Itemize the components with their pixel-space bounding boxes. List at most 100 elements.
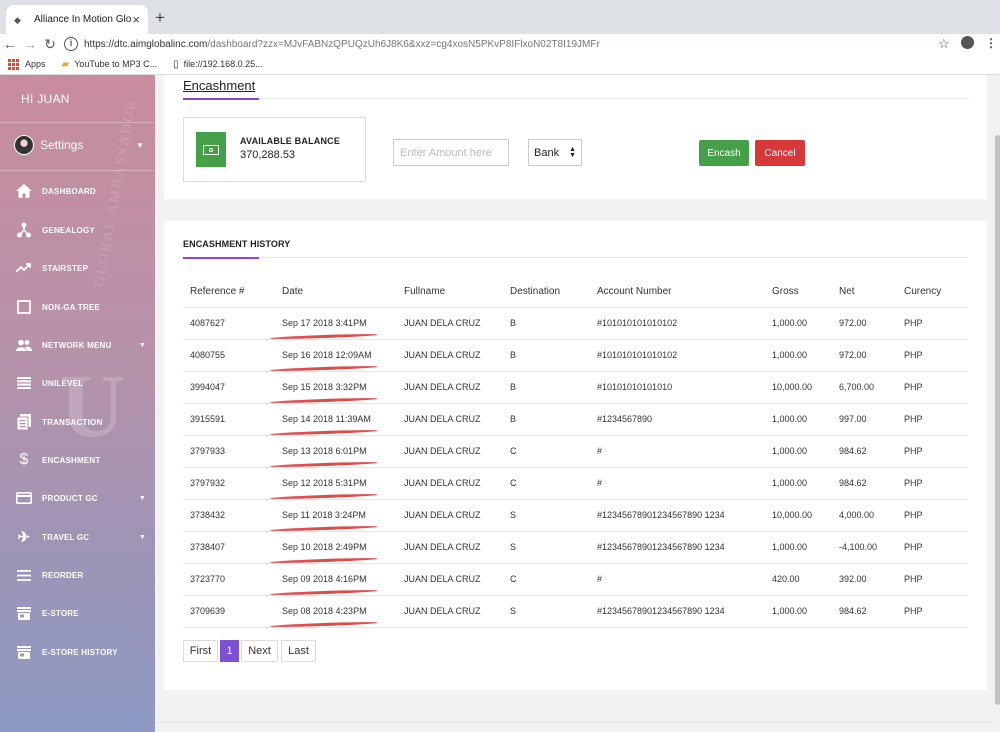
- cell-account-number: #: [597, 574, 603, 584]
- col-header-account-number: Account Number: [597, 286, 672, 297]
- cell-currency: PHP: [904, 606, 923, 616]
- cell-account-number: #101010101010102: [597, 318, 678, 328]
- browser-tab[interactable]: ◆ Alliance In Motion Global Inc. ×: [6, 5, 148, 34]
- sidebar: U GLOBAL AMBASSADOR HI JUAN Settings ▼ D…: [0, 75, 155, 732]
- table-row-divider: [183, 499, 968, 500]
- apps-grid-icon: [8, 58, 19, 70]
- sidebar-item-travel-gc[interactable]: ✈ TRAVEL GC ▼: [16, 527, 146, 547]
- cell-destination: B: [510, 414, 517, 424]
- cell-fullname: JUAN DELA CRUZ: [404, 350, 481, 360]
- info-icon[interactable]: i: [64, 37, 78, 51]
- cell-date: Sep 08 2018 4:23PM: [282, 606, 367, 616]
- sidebar-item-unilevel[interactable]: UNILEVEL: [16, 373, 146, 393]
- table-row-divider: [183, 467, 968, 468]
- sidebar-item-e-store-history[interactable]: E-STORE HISTORY: [16, 642, 146, 662]
- table-row-divider: [183, 339, 968, 340]
- cell-net: 984.62: [839, 606, 867, 616]
- browser-tab-bar: ◆ Alliance In Motion Global Inc. × +: [0, 0, 1000, 34]
- cell-date: Sep 11 2018 3:24PM: [282, 510, 366, 520]
- menu-icon: [16, 567, 32, 583]
- sidebar-item-genealogy[interactable]: GENEALOGY: [16, 220, 146, 240]
- pagination-last[interactable]: Last: [281, 640, 316, 662]
- favicon-icon: ◆: [14, 14, 21, 25]
- cell-fullname: JUAN DELA CRUZ: [404, 606, 481, 616]
- cell-fullname: JUAN DELA CRUZ: [404, 574, 481, 584]
- cell-gross: 1,000.00: [772, 542, 808, 552]
- back-icon[interactable]: ←: [0, 36, 20, 52]
- scrollbar-thumb[interactable]: [995, 135, 1000, 705]
- dollar-icon: $: [19, 451, 29, 468]
- title-underline: [183, 98, 259, 100]
- cell-currency: PHP: [904, 382, 923, 392]
- cell-destination: C: [510, 446, 517, 456]
- account-icon[interactable]: [961, 36, 974, 49]
- sidebar-item-encashment[interactable]: $ ENCASHMENT: [16, 450, 146, 470]
- cell-date: Sep 14 2018 11:39AM: [282, 414, 371, 424]
- sidebar-item-transaction[interactable]: TRANSACTION: [16, 412, 146, 432]
- cell-destination: S: [510, 606, 517, 616]
- chevron-down-icon: ▼: [138, 341, 146, 349]
- cell-fullname: JUAN DELA CRUZ: [404, 510, 481, 520]
- bookmark-star-icon[interactable]: ☆: [938, 36, 950, 52]
- sidebar-item-label: ENCASHMENT: [42, 455, 101, 465]
- cell-fullname: JUAN DELA CRUZ: [404, 318, 481, 328]
- cell-gross: 10,000.00: [772, 510, 813, 520]
- sidebar-watermark: U: [60, 357, 125, 456]
- cell-currency: PHP: [904, 414, 923, 424]
- sidebar-item-stairstep[interactable]: STAIRSTEP: [16, 258, 146, 278]
- cell-reference: 3915591: [190, 414, 226, 424]
- money-icon: [196, 132, 226, 167]
- cell-destination: C: [510, 574, 517, 584]
- url-text: https://dtc.aimglobalinc.com/dashboard?z…: [84, 39, 600, 50]
- cell-date: Sep 12 2018 5:31PM: [282, 478, 367, 488]
- table-row-divider: [183, 563, 968, 564]
- table-row-divider: [183, 531, 968, 532]
- cell-destination: B: [510, 350, 517, 360]
- sidebar-item-label: REORDER: [42, 570, 84, 580]
- cell-fullname: JUAN DELA CRUZ: [404, 478, 481, 488]
- amount-input[interactable]: [393, 139, 509, 166]
- table-row-divider: [183, 595, 968, 596]
- bookmark-file[interactable]: ▯ file://192.168.0.25...: [173, 59, 263, 70]
- bookmark-label: Apps: [25, 59, 46, 69]
- list-icon: [16, 375, 32, 391]
- destination-select[interactable]: Bank ▲ ▼: [528, 139, 582, 166]
- cell-destination: C: [510, 478, 517, 488]
- plane-icon: ✈: [17, 529, 31, 546]
- pagination-page-1[interactable]: 1: [220, 640, 239, 662]
- close-tab-icon[interactable]: ×: [132, 12, 140, 27]
- browser-menu-icon[interactable]: ⋮: [985, 36, 997, 50]
- pagination-next[interactable]: Next: [241, 640, 278, 662]
- cell-destination: B: [510, 382, 517, 392]
- bookmark-youtube[interactable]: ▰ YouTube to MP3 C...: [62, 59, 158, 70]
- pagination-first[interactable]: First: [183, 640, 218, 662]
- cell-gross: 1,000.00: [772, 318, 808, 328]
- cell-date: Sep 09 2018 4:16PM: [282, 574, 367, 584]
- address-bar[interactable]: i https://dtc.aimglobalinc.com/dashboard…: [64, 35, 952, 53]
- cell-reference: 3738432: [190, 510, 226, 520]
- group-icon: [16, 337, 32, 353]
- cell-reference: 3723770: [190, 574, 226, 584]
- history-title-divider: [259, 257, 968, 258]
- sidebar-item-dashboard[interactable]: DASHBOARD: [16, 181, 146, 201]
- sidebar-item-non-ga-tree[interactable]: NON-GA TREE: [16, 297, 146, 317]
- cell-currency: PHP: [904, 542, 923, 552]
- sidebar-item-network-menu[interactable]: NETWORK MENU ▼: [16, 335, 146, 355]
- bookmark-apps[interactable]: Apps: [8, 58, 46, 70]
- cell-net: 972.00: [839, 318, 867, 328]
- col-header-date: Date: [282, 286, 304, 297]
- cancel-button[interactable]: Cancel: [755, 140, 805, 166]
- reload-icon[interactable]: ↻: [40, 36, 60, 53]
- sidebar-item-reorder[interactable]: REORDER: [16, 565, 146, 585]
- sidebar-item-label: NETWORK MENU: [42, 340, 112, 350]
- col-header-reference: Reference #: [190, 286, 245, 297]
- sidebar-item-product-gc[interactable]: PRODUCT GC ▼: [16, 488, 146, 508]
- forward-icon[interactable]: →: [20, 36, 40, 52]
- settings-toggle[interactable]: Settings ▼: [14, 135, 144, 155]
- cell-account-number: #: [597, 478, 603, 488]
- sidebar-item-e-store[interactable]: E-STORE: [16, 603, 146, 623]
- encash-button[interactable]: Encash: [699, 140, 749, 166]
- cell-currency: PHP: [904, 478, 923, 488]
- cell-net: 984.62: [839, 478, 867, 488]
- new-tab-icon[interactable]: +: [155, 8, 165, 28]
